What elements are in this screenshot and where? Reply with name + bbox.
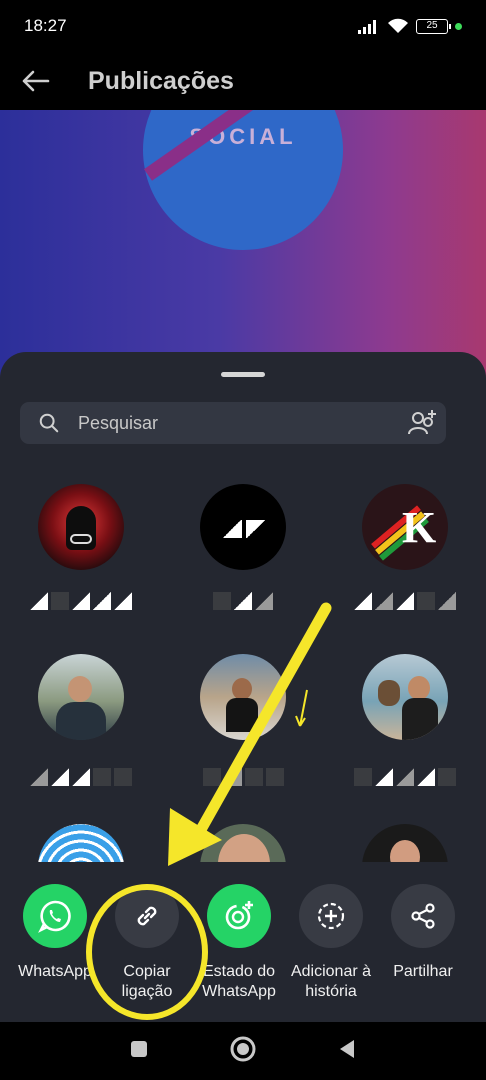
- share-button[interactable]: Partilhar: [378, 884, 468, 982]
- whatsapp-status-label: Estado do WhatsApp: [202, 963, 276, 1000]
- contact-name-redacted: [340, 746, 470, 786]
- search-input[interactable]: [78, 412, 378, 434]
- contact-avatar: K: [362, 484, 448, 570]
- status-bar: 18:27 25: [0, 0, 486, 52]
- whatsapp-icon: [23, 884, 87, 948]
- signal-icon: [358, 18, 380, 34]
- triangle-back-icon: [340, 1039, 354, 1058]
- square-icon: [131, 1040, 147, 1057]
- arrow-left-icon: [22, 70, 50, 92]
- contact-name-redacted: [178, 576, 308, 610]
- system-nav-bar: [0, 1022, 486, 1080]
- page-title: Publicações: [88, 66, 234, 95]
- copy-link-label: Copiar ligação: [121, 963, 173, 1000]
- status-icons: 25: [358, 18, 462, 34]
- search-bar[interactable]: [20, 402, 446, 444]
- contact-name-redacted: [178, 746, 308, 786]
- add-story-button[interactable]: Adicionar à história: [286, 884, 376, 1002]
- share-targets: WhatsApp Copiar ligação Estado do WhatsA…: [0, 862, 486, 1022]
- add-people-icon[interactable]: [406, 408, 438, 438]
- contact-avatar: [38, 484, 124, 570]
- back-nav-button[interactable]: [337, 1038, 357, 1065]
- add-story-label: Adicionar à história: [290, 963, 372, 1000]
- whatsapp-status-button[interactable]: Estado do WhatsApp: [194, 884, 284, 1002]
- whatsapp-button[interactable]: WhatsApp: [10, 884, 100, 982]
- contact-item[interactable]: [178, 654, 308, 804]
- contact-avatar: [200, 484, 286, 570]
- link-icon: [115, 884, 179, 948]
- post-logo: SOCIAL: [143, 110, 343, 250]
- drag-handle[interactable]: [221, 372, 265, 377]
- whatsapp-label: WhatsApp: [18, 963, 92, 980]
- copy-link-button[interactable]: Copiar ligação: [102, 884, 192, 1002]
- recents-button[interactable]: [129, 1039, 149, 1064]
- contact-name-redacted: [340, 576, 470, 610]
- contact-item[interactable]: [16, 654, 146, 804]
- contact-avatar: [38, 654, 124, 740]
- contact-name-redacted: [16, 746, 146, 786]
- contact-name-redacted: [16, 576, 146, 610]
- circle-icon: [230, 1036, 256, 1061]
- back-button[interactable]: [0, 52, 70, 110]
- contact-item[interactable]: [178, 484, 308, 634]
- contact-item[interactable]: K: [340, 484, 470, 634]
- home-button[interactable]: [229, 1035, 257, 1068]
- contact-item[interactable]: [16, 484, 146, 634]
- privacy-dot-icon: [455, 22, 462, 30]
- battery-icon: 25: [416, 18, 451, 34]
- app-bar: Publicações: [0, 52, 486, 110]
- whatsapp-status-icon: [207, 884, 271, 948]
- status-time: 18:27: [24, 16, 67, 35]
- add-story-icon: [299, 884, 363, 948]
- post-logo-text: SOCIAL: [189, 124, 297, 149]
- share-label: Partilhar: [393, 963, 453, 980]
- contact-avatar: [200, 654, 286, 740]
- contact-avatar: [362, 654, 448, 740]
- share-icon: [391, 884, 455, 948]
- search-icon: [39, 413, 59, 433]
- contact-item[interactable]: [340, 654, 470, 804]
- wifi-icon: [388, 18, 408, 33]
